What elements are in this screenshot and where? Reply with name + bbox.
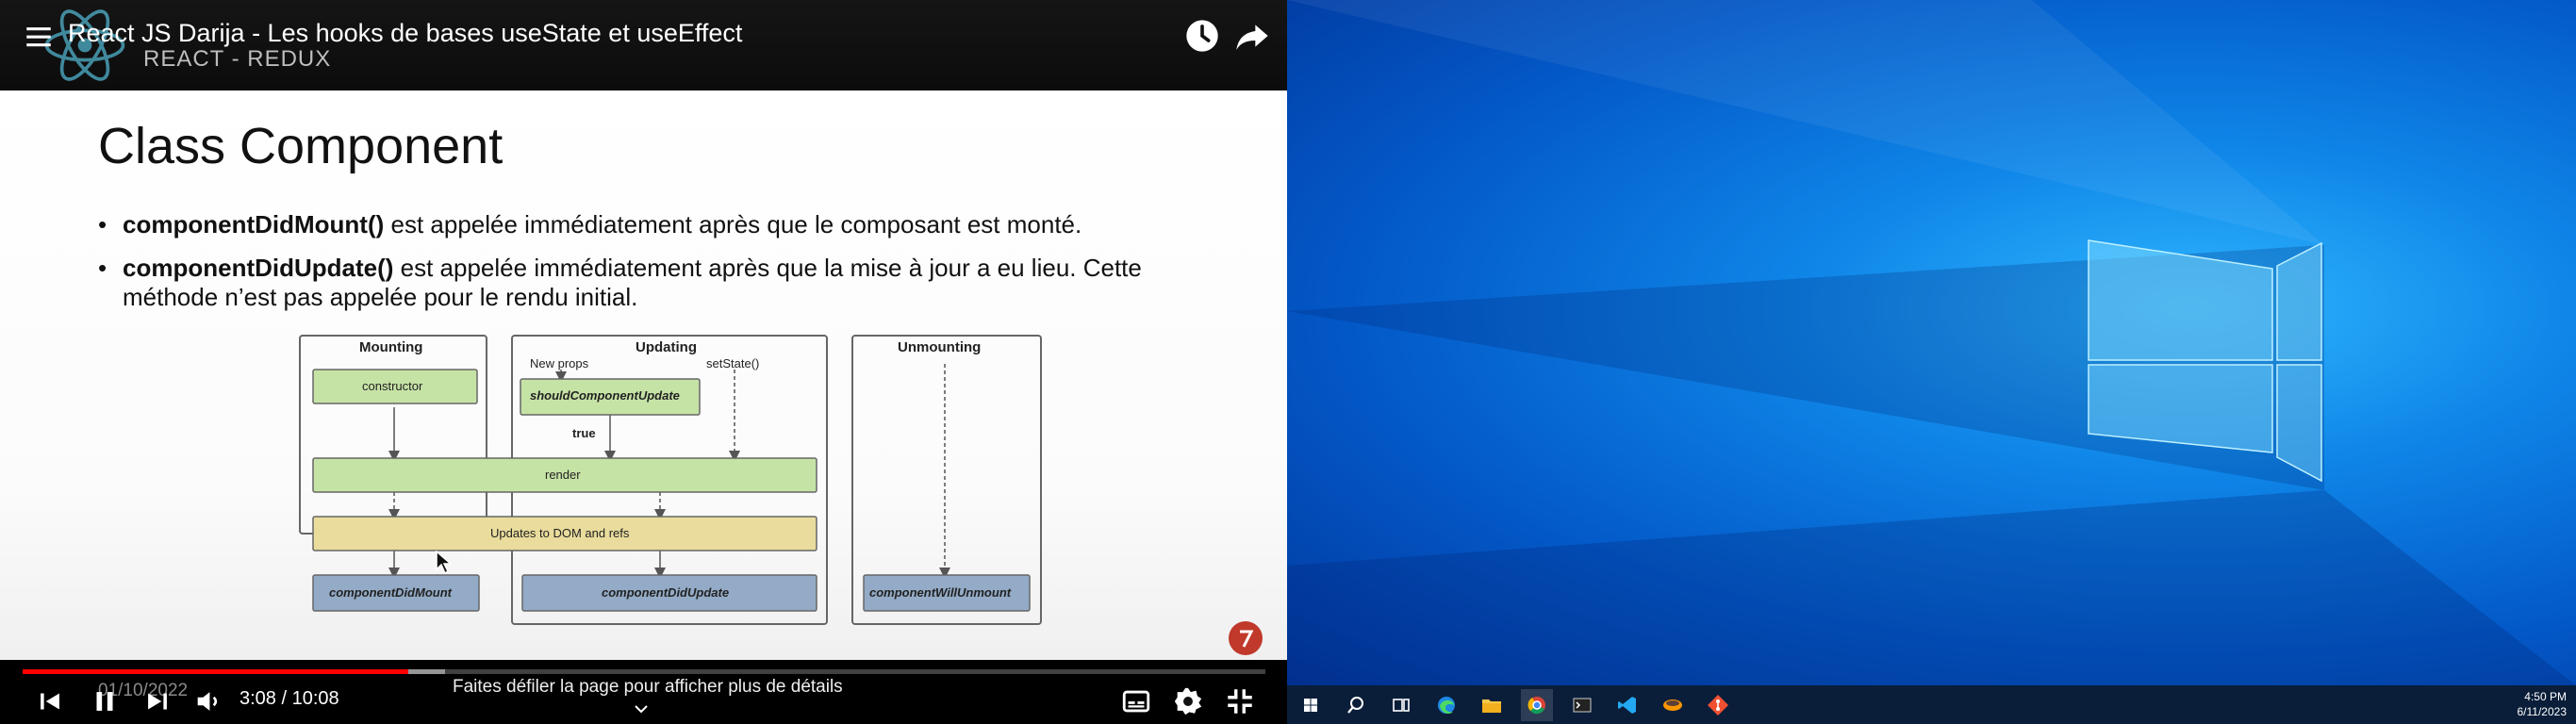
terminal-icon[interactable] — [1566, 689, 1598, 721]
player-controls: 01/10/2022 3:08 / 10:08 Faites défiler l… — [0, 660, 1287, 724]
subtitles-icon[interactable] — [1120, 685, 1152, 717]
constructor-label: constructor — [362, 379, 423, 393]
true-label: true — [572, 426, 596, 440]
windows-start-icon[interactable] — [1295, 689, 1327, 721]
dom-updates-label: Updates to DOM and refs — [490, 526, 630, 540]
slide-logo-icon — [1229, 621, 1263, 655]
did-update-label: componentDidUpdate — [602, 585, 730, 600]
bullet-method-name: componentDidUpdate() — [123, 254, 394, 282]
mounting-column — [299, 335, 487, 535]
slide-title: Class Component — [98, 118, 504, 174]
share-icon[interactable] — [1233, 17, 1271, 55]
clock-date: 6/11/2023 — [2517, 705, 2568, 718]
bullet-component-did-update: • componentDidUpdate() est appelée imméd… — [98, 254, 1182, 320]
bullet-symbol: • — [98, 210, 107, 239]
menu-icon[interactable] — [23, 21, 55, 53]
did-mount-label: componentDidMount — [329, 585, 452, 600]
git-icon[interactable] — [1702, 689, 1734, 721]
video-player[interactable]: React JS Darija - Les hooks de bases use… — [0, 0, 1287, 724]
will-unmount-label: componentWillUnmount — [869, 585, 1012, 600]
sublime-icon[interactable] — [1657, 689, 1689, 721]
chevron-down-icon — [635, 705, 648, 714]
presentation-slide: Class Component • componentDidMount() es… — [0, 90, 1287, 660]
player-top-bar: React JS Darija - Les hooks de bases use… — [0, 0, 1287, 90]
scroll-hint[interactable]: Faites défiler la page pour afficher plu… — [453, 677, 843, 714]
scroll-hint-text: Faites défiler la page pour afficher plu… — [453, 677, 843, 697]
next-icon[interactable] — [141, 685, 173, 717]
progress-bar[interactable] — [23, 669, 1265, 674]
new-props-label: New props — [530, 356, 589, 370]
bullet-component-did-mount: • componentDidMount() est appelée immédi… — [98, 210, 1182, 242]
pause-icon[interactable] — [89, 685, 121, 717]
chrome-icon[interactable] — [1521, 689, 1553, 721]
file-explorer-icon[interactable] — [1476, 689, 1508, 721]
search-icon[interactable] — [1340, 689, 1372, 721]
watch-later-icon[interactable] — [1183, 17, 1221, 55]
lifecycle-diagram: Mounting Updating Unmounting New props s… — [298, 334, 1043, 628]
set-state-label: setState() — [706, 356, 760, 370]
system-clock[interactable]: 4:50 PM 6/11/2023 — [2518, 689, 2568, 719]
taskbar: 4:50 PM 6/11/2023 — [1287, 685, 2576, 724]
played-bar — [23, 669, 408, 674]
channel-subtitle: REACT - REDUX — [143, 46, 332, 72]
render-label: render — [545, 468, 581, 482]
settings-icon[interactable] — [1172, 685, 1204, 717]
unmounting-title: Unmounting — [898, 339, 982, 355]
task-view-icon[interactable] — [1385, 689, 1417, 721]
previous-icon[interactable] — [34, 685, 66, 717]
volume-icon[interactable] — [192, 685, 224, 717]
clock-time: 4:50 PM — [2524, 690, 2567, 703]
should-update-label: shouldComponentUpdate — [530, 388, 680, 403]
mouse-cursor-icon — [436, 551, 453, 575]
bullet-method-name: componentDidMount() — [123, 210, 385, 239]
bullet-symbol: • — [98, 254, 107, 282]
edge-icon[interactable] — [1430, 689, 1462, 721]
video-title[interactable]: React JS Darija - Les hooks de bases use… — [68, 19, 742, 48]
exit-fullscreen-icon[interactable] — [1224, 685, 1256, 717]
mounting-title: Mounting — [359, 339, 423, 355]
desktop-wallpaper — [1287, 0, 2576, 685]
time-display: 3:08 / 10:08 — [239, 688, 339, 709]
bullet-description: est appelée immédiatement après que le c… — [384, 210, 1082, 239]
updating-title: Updating — [636, 339, 697, 355]
vscode-icon[interactable] — [1611, 689, 1643, 721]
